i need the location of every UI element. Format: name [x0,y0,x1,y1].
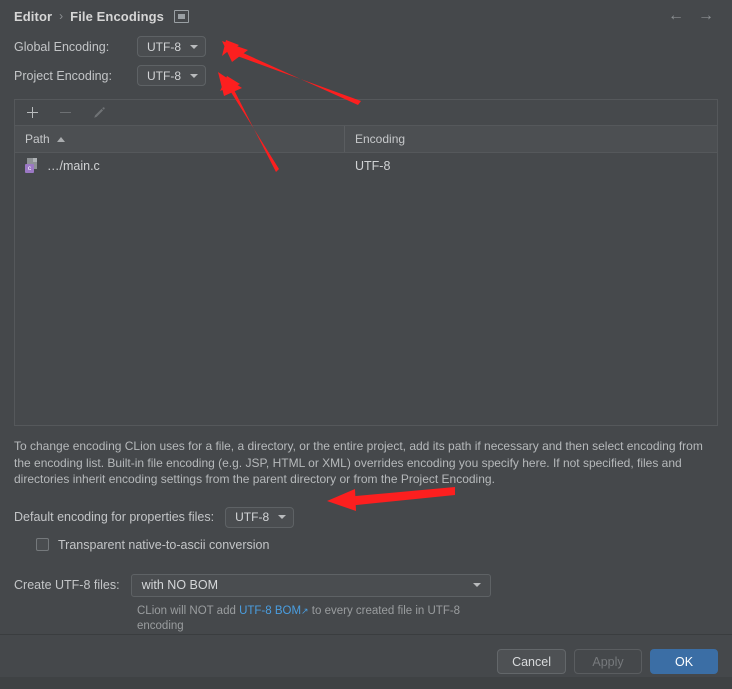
dialog-footer: Cancel Apply OK [0,633,732,689]
properties-encoding-label: Default encoding for properties files: [14,510,215,524]
add-path-icon[interactable] [24,104,41,121]
file-badge-label: c [25,164,34,173]
table-body: c …/main.c UTF-8 [15,153,717,425]
external-link-icon[interactable]: ↗ [301,606,309,616]
column-header-path[interactable]: Path [15,126,345,152]
global-encoding-value: UTF-8 [147,39,181,54]
dialog-header: Editor › File Encodings ← → [0,0,732,32]
sort-ascending-icon [56,136,65,142]
back-arrow-icon[interactable]: ← [668,8,684,24]
column-header-encoding-label: Encoding [355,132,406,146]
properties-encoding-row: Default encoding for properties files: U… [14,506,732,528]
table-cell-encoding[interactable]: UTF-8 [345,159,717,173]
ok-button[interactable]: OK [650,649,718,674]
breadcrumb-parent[interactable]: Editor [14,9,52,24]
global-encoding-dropdown[interactable]: UTF-8 [137,36,206,57]
table-header-row: Path Encoding [15,126,717,153]
table-cell-path: c …/main.c [15,158,345,173]
bom-value: with NO BOM [141,578,218,592]
navigation-arrows: ← → [668,8,722,24]
edit-path-icon [90,104,107,121]
cancel-button[interactable]: Cancel [497,649,566,674]
properties-encoding-value: UTF-8 [235,510,270,524]
panel-toggle-icon[interactable] [174,9,190,23]
global-encoding-row: Global Encoding: UTF-8 [0,32,732,61]
description-text: To change encoding CLion uses for a file… [14,439,703,486]
table-cell-path-text: …/main.c [47,158,100,173]
global-encoding-label: Global Encoding: [14,39,110,54]
bom-note-before: CLion will NOT add [137,604,240,617]
create-utf8-files-row: Create UTF-8 files: with NO BOM [14,573,732,597]
remove-path-icon [57,104,74,121]
apply-button: Apply [574,649,642,674]
column-header-path-label: Path [25,132,50,146]
utf8-bom-link[interactable]: UTF-8 BOM [239,605,301,617]
table-row[interactable]: c …/main.c UTF-8 [15,153,717,178]
forward-arrow-icon[interactable]: → [698,8,714,24]
c-source-file-icon: c [25,158,39,173]
project-encoding-value: UTF-8 [147,68,181,83]
breadcrumb-current: File Encodings [70,8,165,24]
file-encodings-dialog: Editor › File Encodings ← → Global Encod… [0,0,732,677]
chevron-down-icon [278,515,287,519]
bom-note: CLion will NOT add UTF-8 BOM↗ to every c… [137,604,487,634]
table-toolbar [15,100,717,126]
native-to-ascii-checkbox-row[interactable]: Transparent native-to-ascii conversion [36,538,732,552]
create-utf8-files-label: Create UTF-8 files: [14,578,120,592]
project-encoding-row: Project Encoding: UTF-8 [0,61,732,90]
column-header-encoding[interactable]: Encoding [345,126,717,152]
bom-dropdown[interactable]: with NO BOM [130,573,491,597]
encodings-table-panel: Path Encoding c …/main.c UTF-8 [14,99,718,426]
properties-encoding-dropdown[interactable]: UTF-8 [225,506,295,528]
project-encoding-dropdown[interactable]: UTF-8 [137,65,206,86]
chevron-down-icon [472,583,481,587]
project-encoding-label: Project Encoding: [14,68,112,83]
native-to-ascii-label: Transparent native-to-ascii conversion [58,537,270,552]
chevron-down-icon [190,44,198,49]
chevron-down-icon [190,73,198,78]
native-to-ascii-checkbox[interactable] [36,538,49,551]
breadcrumb-separator: › [59,9,64,23]
